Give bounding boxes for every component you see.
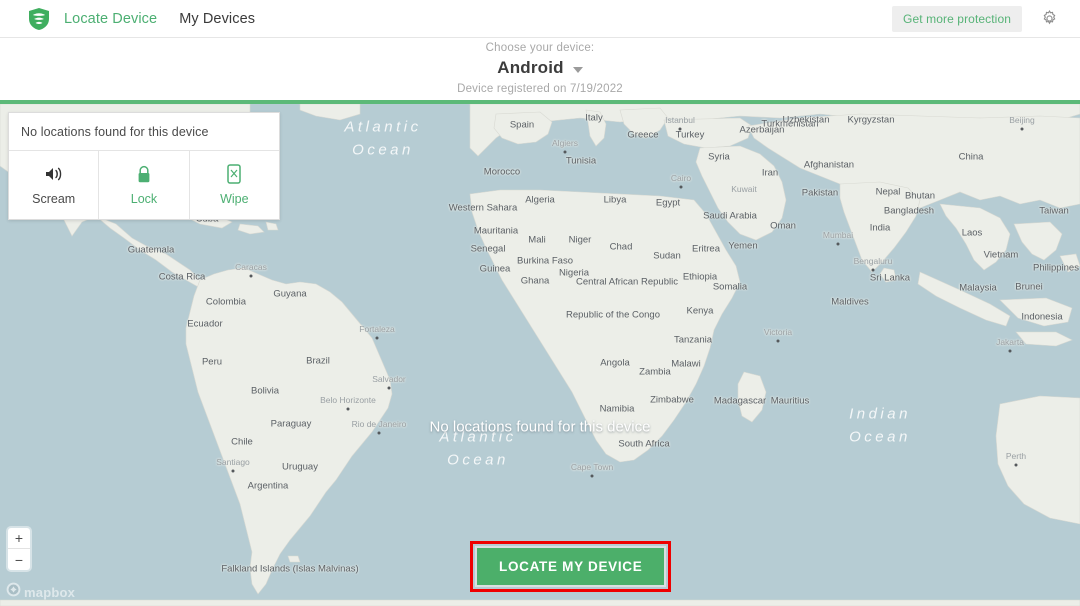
get-more-protection-button[interactable]: Get more protection	[892, 5, 1022, 32]
zoom-out-button[interactable]: −	[8, 549, 30, 570]
locate-my-device-button[interactable]: LOCATE MY DEVICE	[477, 548, 665, 585]
app-root: Locate Device My Devices Get more protec…	[0, 0, 1080, 606]
mapbox-logo-icon	[6, 582, 21, 602]
wipe-button[interactable]: Wipe	[190, 151, 279, 219]
scream-label: Scream	[32, 192, 76, 206]
map-city-dot	[563, 150, 567, 154]
map-city-dot	[346, 407, 350, 411]
mapbox-label: mapbox	[24, 584, 76, 600]
map-city-dot	[387, 386, 391, 390]
scream-button[interactable]: Scream	[9, 151, 100, 219]
no-locations-title: No locations found for this device	[9, 113, 279, 151]
map-city-dot	[871, 268, 875, 272]
map-city-dot	[375, 336, 379, 340]
action-button-group: Scream Lock Wipe	[9, 151, 279, 219]
map-city-dot	[776, 339, 780, 343]
chevron-down-icon	[572, 66, 583, 73]
zoom-in-button[interactable]: +	[8, 528, 30, 549]
lock-button[interactable]: Lock	[99, 151, 190, 219]
world-map[interactable]: Spain Italy Greece Turkey Azerbaijan Turkmeni…	[0, 104, 1080, 606]
nav-my-devices[interactable]: My Devices	[179, 11, 255, 27]
wipe-label: Wipe	[220, 192, 249, 206]
shield-logo-icon	[28, 7, 50, 31]
map-city-dot	[590, 474, 594, 478]
map-city-dot	[836, 242, 840, 246]
map-city-dot	[377, 431, 381, 435]
device-name: Android	[497, 58, 564, 77]
nav-locate-device[interactable]: Locate Device	[64, 11, 157, 27]
device-registered-date: Device registered on 7/19/2022	[457, 83, 623, 95]
top-navigation-bar: Locate Device My Devices Get more protec…	[0, 0, 1080, 38]
lock-label: Lock	[130, 192, 158, 206]
map-city-dot	[249, 274, 253, 278]
map-city-dot	[1008, 349, 1012, 353]
speaker-icon	[9, 163, 98, 185]
map-center-message: No locations found for this device	[429, 418, 651, 436]
device-chooser: Choose your device: Android Device regis…	[0, 38, 1080, 100]
map-city-dot	[1020, 127, 1024, 131]
map-city-dot	[1014, 463, 1018, 467]
gear-icon[interactable]	[1038, 8, 1060, 30]
topbar-right-group: Get more protection	[892, 5, 1060, 32]
mapbox-attribution[interactable]: mapbox	[6, 582, 75, 602]
lock-icon	[99, 163, 188, 185]
phone-wipe-icon	[190, 163, 279, 185]
device-select[interactable]: Android	[497, 58, 583, 78]
device-actions-card: No locations found for this device Screa…	[8, 112, 280, 220]
map-city-dot	[679, 185, 683, 189]
map-zoom-controls: + −	[8, 528, 30, 570]
map-city-dot	[231, 469, 235, 473]
locate-button-highlight: LOCATE MY DEVICE	[470, 541, 672, 592]
map-city-dot	[678, 127, 682, 131]
chooser-label: Choose your device:	[485, 42, 595, 54]
